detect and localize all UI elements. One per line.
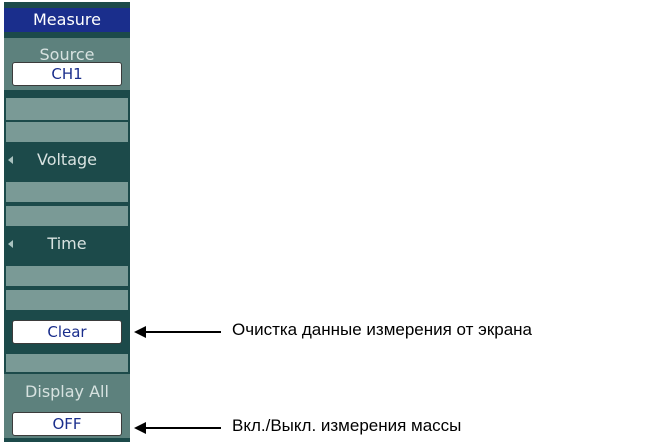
voltage-label: Voltage bbox=[36, 150, 97, 169]
voltage-menu-item[interactable]: Voltage bbox=[4, 142, 130, 178]
annotation-line bbox=[145, 331, 221, 333]
separator bbox=[6, 354, 128, 372]
time-menu-item[interactable]: Time bbox=[4, 226, 130, 262]
separator bbox=[6, 122, 128, 142]
clear-annotation: Очистка данные измерения от экрана bbox=[232, 320, 533, 339]
separator bbox=[6, 290, 128, 310]
display-all-value-button[interactable]: OFF bbox=[12, 412, 122, 436]
time-label: Time bbox=[47, 234, 87, 253]
left-arrow-icon bbox=[8, 156, 13, 164]
display-all-label: Display All bbox=[25, 382, 109, 401]
source-value-button[interactable]: CH1 bbox=[12, 62, 122, 86]
left-arrow-icon bbox=[8, 240, 13, 248]
clear-button[interactable]: Clear bbox=[12, 320, 122, 344]
separator bbox=[6, 182, 128, 202]
display-all-annotation: Вкл./Выкл. измерения массы bbox=[232, 416, 462, 435]
menu-title: Measure bbox=[4, 8, 130, 32]
separator bbox=[6, 206, 128, 226]
annotation-line bbox=[145, 427, 221, 429]
separator bbox=[6, 98, 128, 120]
measure-menu-panel: Measure Source CH1 Voltage Time Clear Di… bbox=[4, 2, 130, 442]
separator bbox=[6, 266, 128, 286]
